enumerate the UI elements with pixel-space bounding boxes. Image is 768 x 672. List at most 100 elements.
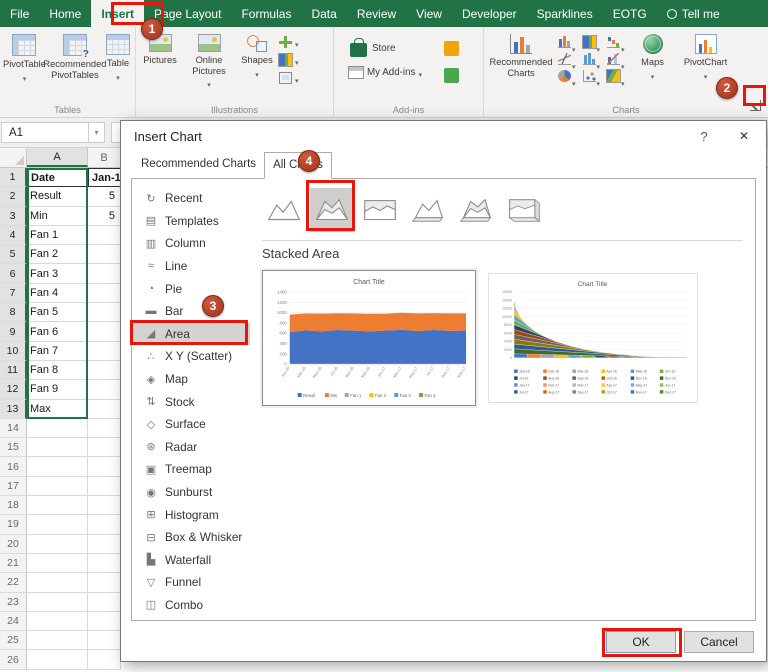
ribbon-tab[interactable]: File [0,0,39,27]
chart-type-item[interactable]: ⊛ Radar [132,436,250,459]
cell-column-b[interactable] [88,438,121,458]
chart-type-item[interactable]: ≈ Line [132,255,250,278]
row-header[interactable]: 7 [0,283,27,304]
ribbon-tab[interactable]: Page Layout [144,0,231,27]
row-header[interactable]: 15 [0,438,27,458]
dialog-tab[interactable]: Recommended Charts [133,152,264,179]
cell-column-b[interactable] [88,592,121,612]
select-all-corner[interactable] [0,148,27,167]
cell-column-a[interactable]: Result [27,187,88,207]
shapes-button[interactable]: Shapes [237,31,277,76]
cell-column-b[interactable] [88,611,121,632]
store-button[interactable]: Store [348,38,422,57]
ribbon-tab[interactable]: EOTG [603,0,657,27]
cell-column-a[interactable] [27,573,88,593]
help-button[interactable]: ? [686,121,722,151]
row-header[interactable]: 14 [0,418,27,439]
insert-combo-chart-button[interactable] [607,53,625,65]
maps-button[interactable]: Maps [633,31,673,78]
chart-type-item[interactable]: ▤ Templates [132,210,250,233]
pivotchart-button[interactable]: PivotChart [681,31,731,78]
cell-column-b[interactable] [88,399,121,419]
cell-column-a[interactable] [27,457,88,477]
cell-column-b[interactable] [88,360,121,381]
row-header[interactable]: 1 [0,168,27,188]
insert-column-chart-button[interactable] [558,36,576,48]
stacked-area-preview[interactable]: Chart Title 0 200 400 600 800 1000 1200 1400 Jan-… [262,270,476,406]
addin-shortcut-green-icon[interactable] [443,68,459,83]
insert-waterfall-chart-button[interactable] [607,36,625,48]
subtype-stacked-area-icon[interactable] [310,188,354,232]
cell-column-a[interactable]: Fan 4 [27,283,88,304]
row-header[interactable]: 26 [0,650,27,670]
smartart-button[interactable] [279,36,299,48]
row-header[interactable]: 2 [0,187,27,207]
ribbon-tab[interactable]: Review [347,0,406,27]
cancel-button[interactable]: Cancel [684,631,754,653]
chart-type-item[interactable]: ◈ Map [132,368,250,391]
row-header[interactable]: 22 [0,573,27,593]
row-header[interactable]: 11 [0,360,27,381]
insert-hierarchy-chart-button[interactable] [581,35,601,49]
cell-column-a[interactable]: Fan 7 [27,341,88,361]
cell-column-a[interactable] [27,592,88,612]
cell-column-a[interactable] [27,631,88,651]
ribbon-tab[interactable]: Sparklines [527,0,603,27]
cell-column-a[interactable] [27,650,88,670]
subtype-3d-stacked-area-icon[interactable] [454,188,498,232]
cell-column-b[interactable]: 5 [88,187,121,207]
chart-type-item[interactable]: ▽ Funnel [132,571,250,594]
cell-column-b[interactable]: Jan-1 [88,168,121,188]
table-button[interactable]: Table [104,31,132,79]
row-header[interactable]: 21 [0,553,27,574]
row-header[interactable]: 13 [0,399,27,419]
chart-insert-mini-button[interactable] [278,53,299,67]
ribbon-tab[interactable]: Insert [91,0,145,27]
chart-type-item[interactable]: ◉ Sunburst [132,481,250,504]
cell-column-b[interactable] [88,303,121,323]
insert-scatter-chart-button[interactable] [582,70,601,82]
cell-column-a[interactable]: Date [27,168,88,188]
my-addins-button[interactable]: My Add-ins [348,66,422,79]
ribbon-tab[interactable]: View [406,0,452,27]
cell-column-a[interactable]: Min [27,206,88,226]
cell-column-b[interactable] [88,553,121,574]
chart-type-item[interactable]: ◇ Surface [132,413,250,436]
chart-type-item[interactable]: ▥ Column [132,232,250,255]
ribbon-tab[interactable]: Developer [452,0,527,27]
cell-column-b[interactable] [88,341,121,361]
row-header[interactable]: 19 [0,515,27,535]
cell-column-b[interactable] [88,496,121,516]
cell-column-b[interactable] [88,515,121,535]
row-header[interactable]: 24 [0,611,27,632]
column-header-b[interactable]: B [88,148,121,167]
online-pictures-button[interactable]: Online Pictures [183,31,235,86]
row-header[interactable]: 3 [0,206,27,226]
subtype-3d-100-stacked-area-icon[interactable] [502,188,546,232]
cell-column-b[interactable] [88,418,121,439]
row-header[interactable]: 8 [0,303,27,323]
subtype-100-stacked-area-icon[interactable] [358,188,402,232]
cell-column-a[interactable]: Fan 9 [27,380,88,400]
cell-column-b[interactable] [88,631,121,651]
cell-column-b[interactable] [88,225,121,246]
cell-column-a[interactable]: Fan 2 [27,245,88,265]
ok-button[interactable]: OK [606,631,676,653]
chart-type-item[interactable]: ⇅ Stock [132,390,250,413]
insert-pie-chart-button[interactable] [558,70,576,82]
chart-type-item[interactable]: ◢ Area [132,322,250,346]
chart-type-item[interactable]: ▣ Treemap [132,458,250,481]
cell-column-b[interactable] [88,322,121,342]
cell-column-b[interactable] [88,380,121,400]
cell-column-a[interactable] [27,438,88,458]
name-box-dropdown-icon[interactable] [89,122,105,143]
cell-column-a[interactable] [27,534,88,554]
screenshot-button[interactable] [279,72,299,84]
ribbon-tab[interactable]: Data [301,0,346,27]
subtype-area-icon[interactable] [262,188,306,232]
cell-column-b[interactable] [88,476,121,497]
cell-column-a[interactable] [27,476,88,497]
chart-type-item[interactable]: ∴ X Y (Scatter) [132,345,250,368]
chart-type-item[interactable]: ⊞ Histogram [132,503,250,526]
cell-column-b[interactable] [88,283,121,304]
